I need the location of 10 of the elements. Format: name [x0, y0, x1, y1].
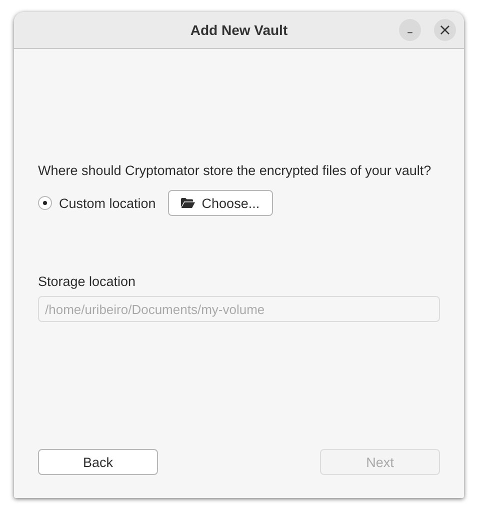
choose-button[interactable]: Choose...: [168, 190, 273, 216]
back-button[interactable]: Back: [38, 449, 158, 475]
radio-button[interactable]: [38, 196, 52, 210]
folder-icon: [180, 198, 195, 208]
question-text: Where should Cryptomator store the encrypted files of your vault?: [38, 163, 432, 178]
radio-label[interactable]: Custom location: [59, 196, 156, 210]
close-button[interactable]: ×: [434, 19, 456, 41]
minimize-button[interactable]: –: [399, 19, 421, 41]
field-label: Storage location: [38, 274, 137, 289]
window-title: Add New Vault: [190, 22, 288, 38]
